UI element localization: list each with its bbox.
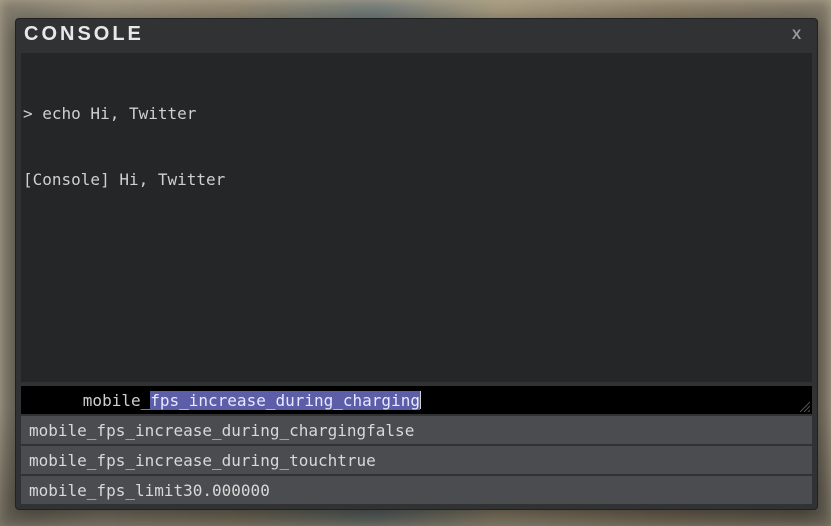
output-line: [Console] Hi, Twitter [23,169,810,191]
console-window: CONSOLE X > echo Hi, Twitter [Console] H… [15,18,818,510]
suggestion-value: 30.000000 [183,481,270,500]
console-output[interactable]: > echo Hi, Twitter [Console] Hi, Twitter [21,53,812,382]
close-button[interactable]: X [787,23,809,45]
resize-grip-icon[interactable] [798,400,810,412]
titlebar: CONSOLE X [16,19,817,49]
input-typed: mobile_ [83,391,150,410]
text-caret [420,391,421,409]
window-title: CONSOLE [24,23,144,46]
suggestion-cmd: mobile_fps_limit [29,481,183,500]
output-line: > echo Hi, Twitter [23,103,810,125]
autocomplete-list: mobile_fps_increase_during_charging fals… [21,416,812,504]
autocomplete-item[interactable]: mobile_fps_limit 30.000000 [21,476,812,504]
input-autocomplete: fps_increase_during_charging [150,391,420,410]
console-input[interactable]: mobile_fps_increase_during_charging [21,386,812,414]
close-icon: X [792,26,804,42]
suggestion-value: true [337,451,376,470]
input-text: mobile_fps_increase_during_charging [21,372,421,429]
suggestion-cmd: mobile_fps_increase_during_touch [29,451,337,470]
autocomplete-item[interactable]: mobile_fps_increase_during_touch true [21,446,812,474]
